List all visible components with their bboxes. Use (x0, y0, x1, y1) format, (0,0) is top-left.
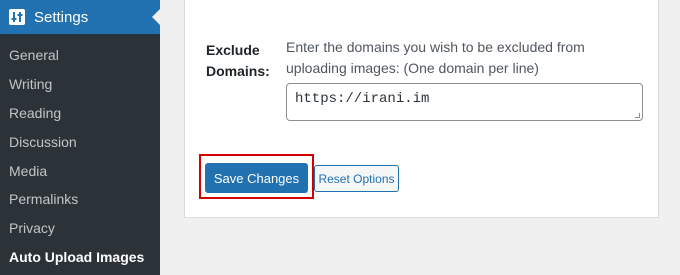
current-menu-arrow (152, 9, 160, 25)
save-changes-button[interactable]: Save Changes (205, 163, 308, 193)
sidebar-item-reading[interactable]: Reading (0, 99, 160, 128)
sidebar-item-media[interactable]: Media (0, 156, 160, 185)
exclude-domains-textarea[interactable]: https://irani.im (286, 83, 643, 121)
sidebar-item-discussion[interactable]: Discussion (0, 127, 160, 156)
sidebar-item-privacy[interactable]: Privacy (0, 214, 160, 243)
exclude-domains-label: Exclude Domains: (206, 42, 270, 79)
exclude-domains-value: https://irani.im (295, 91, 430, 107)
sidebar-item-writing[interactable]: Writing (0, 70, 160, 99)
sidebar-menu-settings-label: Settings (34, 8, 89, 26)
sidebar-item-permalinks[interactable]: Permalinks (0, 185, 160, 214)
sidebar-menu-settings[interactable]: Settings (0, 0, 160, 34)
settings-sliders-icon (8, 8, 26, 26)
settings-submenu: General Writing Reading Discussion Media… (0, 34, 160, 272)
sidebar-item-auto-upload-images[interactable]: Auto Upload Images (0, 243, 160, 272)
sidebar-item-general[interactable]: General (0, 41, 160, 70)
admin-sidebar: Settings General Writing Reading Discuss… (0, 0, 160, 275)
reset-options-button[interactable]: Reset Options (314, 165, 399, 192)
exclude-domains-description: Enter the domains you wish to be exclude… (286, 39, 585, 76)
resize-handle-icon[interactable] (635, 113, 640, 118)
